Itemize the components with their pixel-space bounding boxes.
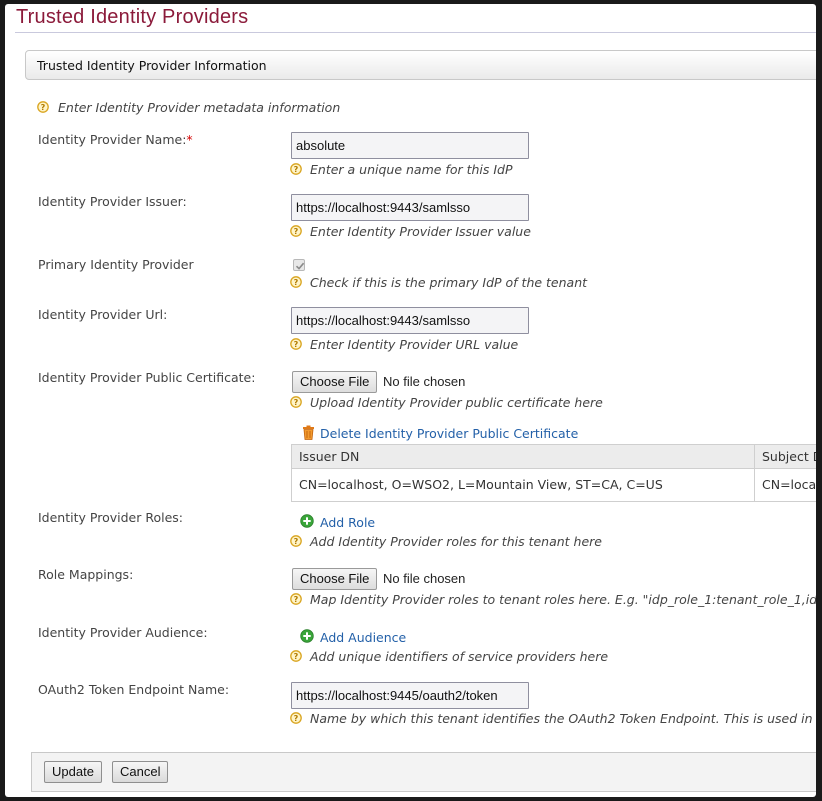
- required-mark: *: [186, 132, 193, 147]
- idp-audience-label: Identity Provider Audience:: [38, 625, 208, 640]
- title-divider: [15, 32, 816, 33]
- role-mappings-hint: Map Identity Provider roles to tenant ro…: [310, 592, 816, 607]
- svg-text:?: ?: [294, 398, 299, 407]
- help-icon: ?: [290, 338, 302, 350]
- trash-icon: [303, 425, 314, 440]
- help-icon: ?: [290, 593, 302, 605]
- page-title: Trusted Identity Providers: [16, 6, 249, 28]
- help-icon: ?: [290, 163, 302, 175]
- idp-url-input[interactable]: [291, 307, 529, 334]
- idp-certificate-label: Identity Provider Public Certificate:: [38, 370, 256, 385]
- svg-text:?: ?: [294, 537, 299, 546]
- checkmark-icon: [295, 262, 305, 270]
- primary-idp-label: Primary Identity Provider: [38, 257, 194, 272]
- idp-issuer-hint: Enter Identity Provider Issuer value: [310, 224, 531, 239]
- oauth2-endpoint-input[interactable]: [291, 682, 529, 709]
- idp-url-hint: Enter Identity Provider URL value: [310, 337, 519, 352]
- help-icon: ?: [290, 650, 302, 662]
- help-icon: ?: [290, 276, 302, 288]
- idp-roles-hint: Add Identity Provider roles for this ten…: [310, 534, 602, 549]
- idp-name-hint: Enter a unique name for this IdP: [310, 162, 513, 177]
- idp-issuer-label: Identity Provider Issuer:: [38, 194, 187, 209]
- help-icon: ?: [290, 396, 302, 408]
- add-icon: [300, 629, 314, 643]
- oauth2-endpoint-label: OAuth2 Token Endpoint Name:: [38, 682, 230, 697]
- intro-hint: Enter Identity Provider metadata informa…: [58, 100, 341, 115]
- svg-text:?: ?: [294, 165, 299, 174]
- svg-text:?: ?: [294, 278, 299, 287]
- update-button[interactable]: Update: [44, 761, 102, 783]
- certificate-file-status: No file chosen: [383, 374, 466, 389]
- main-frame: Trusted Identity Providers Trusted Ident…: [5, 4, 816, 797]
- add-icon: [300, 514, 314, 528]
- role-mappings-file-status: No file chosen: [383, 571, 466, 586]
- idp-audience-hint: Add unique identifiers of service provid…: [310, 649, 609, 664]
- idp-roles-label: Identity Provider Roles:: [38, 510, 183, 525]
- svg-text:?: ?: [294, 227, 299, 236]
- delete-certificate-link[interactable]: Delete Identity Provider Public Certific…: [320, 426, 578, 441]
- svg-text:?: ?: [41, 103, 46, 112]
- oauth2-endpoint-hint: Name by which this tenant identifies the…: [310, 711, 816, 726]
- idp-name-label: Identity Provider Name:*: [38, 132, 193, 147]
- section-header: Trusted Identity Provider Information: [25, 50, 816, 80]
- add-audience-link[interactable]: Add Audience: [320, 630, 406, 645]
- idp-certificate-hint: Upload Identity Provider public certific…: [310, 395, 603, 410]
- help-icon: ?: [290, 535, 302, 547]
- primary-idp-hint: Check if this is the primary IdP of the …: [310, 275, 588, 290]
- column-header-issuer-dn: Issuer DN: [292, 445, 754, 469]
- add-role-link[interactable]: Add Role: [320, 515, 375, 530]
- cancel-button[interactable]: Cancel: [112, 761, 169, 783]
- table-cell-issuer-dn: CN=localhost, O=WSO2, L=Mountain View, S…: [299, 477, 663, 492]
- table-cell-subject-dn: CN=localhost, O=WSO2, L=Mountain View, S…: [762, 477, 816, 492]
- svg-text:?: ?: [294, 340, 299, 349]
- svg-text:?: ?: [294, 652, 299, 661]
- idp-name-label-text: Identity Provider Name:: [38, 132, 187, 147]
- column-header-subject-dn: Subject DN: [755, 445, 816, 469]
- role-mappings-choose-file-button[interactable]: Choose File: [292, 568, 378, 590]
- help-icon: ?: [37, 101, 49, 113]
- certificate-choose-file-button[interactable]: Choose File: [292, 371, 378, 393]
- idp-url-label: Identity Provider Url:: [38, 307, 168, 322]
- idp-issuer-input[interactable]: [291, 194, 529, 221]
- svg-text:?: ?: [294, 714, 299, 723]
- help-icon: ?: [290, 712, 302, 724]
- role-mappings-label: Role Mappings:: [38, 567, 134, 582]
- section-title: Trusted Identity Provider Information: [37, 58, 267, 73]
- idp-name-input[interactable]: [291, 132, 529, 159]
- svg-text:?: ?: [294, 595, 299, 604]
- help-icon: ?: [290, 225, 302, 237]
- primary-idp-checkbox[interactable]: [293, 259, 305, 271]
